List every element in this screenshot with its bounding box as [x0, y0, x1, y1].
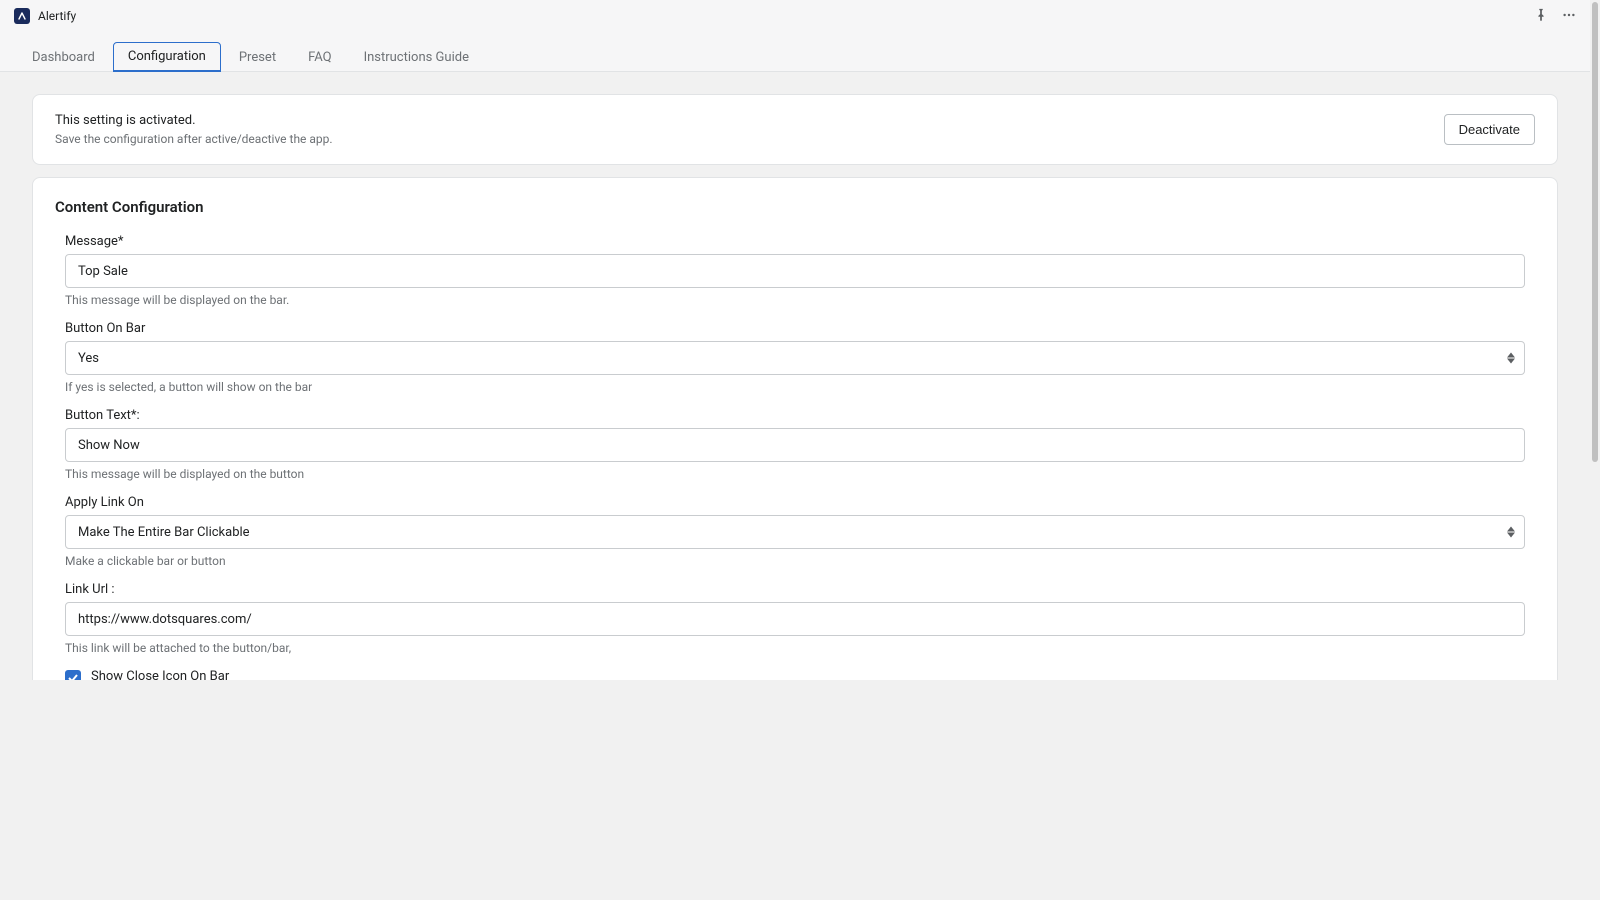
activation-subtitle: Save the configuration after active/deac…: [55, 132, 333, 146]
field-message: Message* This message will be displayed …: [55, 234, 1535, 307]
section-title: Content Configuration: [55, 198, 1535, 216]
field-button-text: Button Text*: This message will be displ…: [55, 408, 1535, 481]
activation-title: This setting is activated.: [55, 113, 333, 128]
pin-icon[interactable]: [1534, 7, 1548, 26]
button-on-bar-label: Button On Bar: [65, 321, 1525, 336]
field-apply-link: Apply Link On Make a clickable bar or bu…: [55, 495, 1535, 568]
app-logo-icon: [14, 8, 30, 24]
button-on-bar-help: If yes is selected, a button will show o…: [65, 380, 1525, 394]
field-link-url: Link Url : This link will be attached to…: [55, 582, 1535, 655]
button-on-bar-select[interactable]: [65, 341, 1525, 375]
tab-configuration[interactable]: Configuration: [113, 42, 221, 72]
message-input[interactable]: [65, 254, 1525, 288]
page-background: [0, 680, 1590, 900]
apply-link-select[interactable]: [65, 515, 1525, 549]
scrollbar-track[interactable]: [1590, 0, 1600, 900]
field-button-on-bar: Button On Bar If yes is selected, a butt…: [55, 321, 1535, 394]
button-text-label: Button Text*:: [65, 408, 1525, 423]
scrollbar-thumb[interactable]: [1592, 2, 1598, 462]
button-text-help: This message will be displayed on the bu…: [65, 467, 1525, 481]
message-label: Message*: [65, 234, 1525, 249]
apply-link-help: Make a clickable bar or button: [65, 554, 1525, 568]
deactivate-button[interactable]: Deactivate: [1444, 114, 1535, 145]
activation-card: This setting is activated. Save the conf…: [32, 94, 1558, 165]
app-header: Alertify: [0, 0, 1590, 32]
tab-dashboard[interactable]: Dashboard: [18, 42, 109, 72]
message-help: This message will be displayed on the ba…: [65, 293, 1525, 307]
tab-faq[interactable]: FAQ: [294, 42, 345, 72]
link-url-input[interactable]: [65, 602, 1525, 636]
tab-bar: Dashboard Configuration Preset FAQ Instr…: [0, 32, 1590, 72]
apply-link-label: Apply Link On: [65, 495, 1525, 510]
app-name: Alertify: [38, 9, 76, 23]
tab-preset[interactable]: Preset: [225, 42, 290, 72]
link-url-help: This link will be attached to the button…: [65, 641, 1525, 655]
button-text-input[interactable]: [65, 428, 1525, 462]
more-icon[interactable]: [1562, 7, 1576, 26]
tab-instructions-guide[interactable]: Instructions Guide: [350, 42, 483, 72]
link-url-label: Link Url :: [65, 582, 1525, 597]
